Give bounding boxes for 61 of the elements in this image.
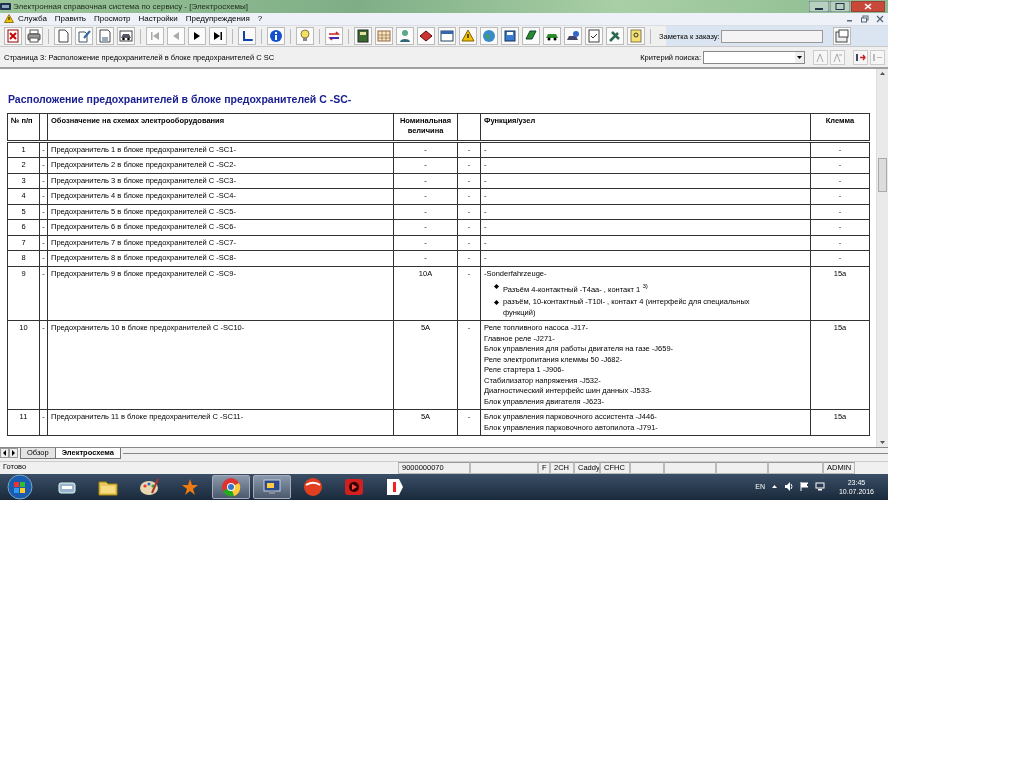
person-button[interactable] [396,27,414,46]
menu-item[interactable]: Предупреждения [181,14,254,24]
info-button[interactable] [267,27,285,46]
play-button[interactable] [188,27,206,46]
swap-arrows-button[interactable] [325,27,343,46]
dropdown-caret-icon [795,52,804,64]
maximize-button[interactable] [830,0,850,12]
search-dropdown[interactable] [703,51,805,65]
note-field[interactable] [720,29,823,43]
scroll-right-button[interactable] [9,447,18,458]
network-icon[interactable] [814,482,825,492]
document-button[interactable] [54,27,72,46]
scroll-left-button[interactable] [0,447,9,458]
save-button[interactable] [501,27,519,46]
flag-icon[interactable] [799,482,809,492]
status-panel [470,461,538,474]
menu-item[interactable]: Настройки [134,14,182,24]
close-button[interactable] [876,14,884,23]
help-book-button[interactable] [627,27,645,46]
car-side-button[interactable] [543,27,561,46]
tools-button[interactable] [606,27,624,46]
app-icon [0,1,11,11]
disc-icon [302,475,324,498]
status-panel [716,461,768,474]
restore-button[interactable] [861,14,869,23]
start-button[interactable] [6,473,34,500]
scroll-thumb[interactable] [878,157,887,192]
window-button[interactable] [438,27,456,46]
edit-document-button[interactable] [75,27,93,46]
menu-item[interactable]: Служба [14,14,51,24]
exit-button[interactable] [4,27,22,46]
printer-button[interactable] [25,27,43,46]
document-heading: Расположение предохранителей в блоке предохранителей C -SC- [8,92,353,105]
warning-button[interactable] [459,27,477,46]
eraser-button[interactable] [522,27,540,46]
last-button[interactable] [209,27,227,46]
scrollbar[interactable] [876,68,888,447]
menu-item[interactable]: Править [50,14,91,24]
bullet-icon [494,300,499,306]
car-search-button[interactable] [564,27,582,46]
taskbar-app[interactable] [212,474,250,499]
speaker-icon[interactable] [783,482,794,492]
warning-icon [4,14,14,24]
lightbulb-button[interactable] [296,27,314,46]
book-button[interactable] [354,27,372,46]
diamond-button[interactable] [417,27,435,46]
status-panel [768,461,823,474]
menu-item[interactable]: Просмотр [90,14,135,24]
window-title: Электронная справочная система по сервису - [Электросхемы] [13,1,249,11]
browser-icon [220,475,242,498]
minimize-button[interactable] [809,0,829,12]
checklist-button[interactable] [585,27,603,46]
show-hidden-icons-icon[interactable] [770,483,778,491]
car-button[interactable] [117,27,135,46]
note-button[interactable] [832,27,851,46]
next-hit-button[interactable] [853,50,868,66]
back-arrow-button[interactable] [238,27,256,46]
menu-item[interactable]: ? [253,14,267,24]
globe-button[interactable] [480,27,498,46]
bullet-icon [494,284,499,290]
close-button[interactable] [851,0,885,12]
